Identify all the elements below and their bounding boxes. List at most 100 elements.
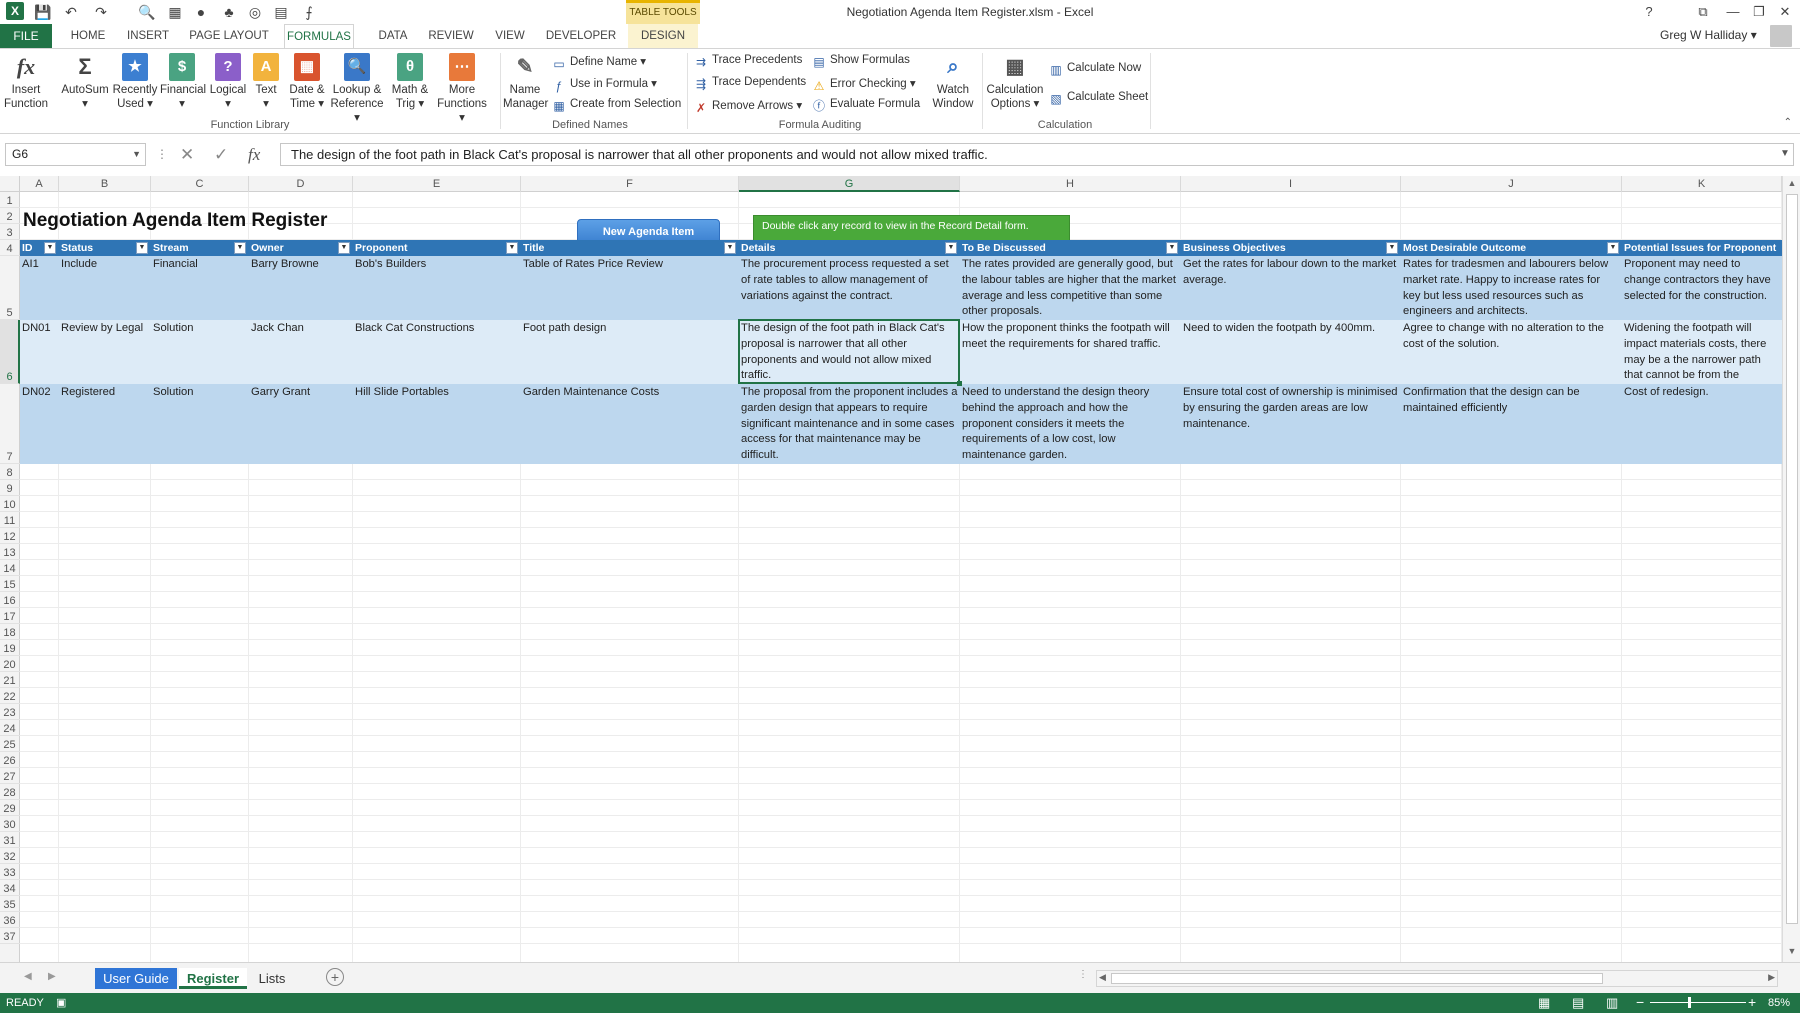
- row-header[interactable]: 24: [0, 720, 20, 736]
- function-icon[interactable]: ⨍: [300, 3, 318, 21]
- tab-data[interactable]: DATA: [372, 24, 414, 48]
- table-header-title[interactable]: Title: [521, 240, 739, 256]
- watch-window-button[interactable]: ⌕ Watch Window: [929, 53, 977, 111]
- macro-icon[interactable]: ▦: [166, 3, 184, 21]
- table-cell-business-objectives[interactable]: Ensure total cost of ownership is minimi…: [1181, 384, 1401, 464]
- row-header[interactable]: 4: [0, 240, 20, 256]
- row-header[interactable]: 20: [0, 656, 20, 672]
- table-cell-status[interactable]: Review by Legal: [59, 320, 151, 384]
- column-header-i[interactable]: I: [1181, 176, 1401, 192]
- table-cell-most-desirable-outcome[interactable]: Confirmation that the design can be main…: [1401, 384, 1622, 464]
- table-cell-status[interactable]: Registered: [59, 384, 151, 464]
- trace-precedents-button[interactable]: ⇉ Trace Precedents: [694, 54, 802, 69]
- table-cell-proponent[interactable]: Hill Slide Portables: [353, 384, 521, 464]
- column-header-f[interactable]: F: [521, 176, 739, 192]
- vertical-scrollbar[interactable]: ▲ ▼: [1782, 176, 1800, 962]
- row-header[interactable]: 22: [0, 688, 20, 704]
- avatar[interactable]: [1770, 25, 1792, 47]
- scroll-right-icon[interactable]: ▶: [1768, 972, 1775, 983]
- user-name[interactable]: Greg W Halliday ▾: [1660, 28, 1757, 42]
- row-header[interactable]: 7: [0, 384, 20, 464]
- filter-dropdown-icon[interactable]: ▼: [234, 242, 246, 254]
- table-cell-most-desirable-outcome[interactable]: Rates for tradesmen and labourers below …: [1401, 256, 1622, 320]
- cancel-icon[interactable]: ✕: [180, 145, 194, 165]
- table-cell-title[interactable]: Table of Rates Price Review: [521, 256, 739, 320]
- tab-page-layout[interactable]: PAGE LAYOUT: [186, 24, 272, 48]
- redo-icon[interactable]: ↷: [92, 3, 110, 21]
- record-icon[interactable]: ●: [192, 3, 210, 21]
- row-header[interactable]: 19: [0, 640, 20, 656]
- table-cell-proponent[interactable]: Bob's Builders: [353, 256, 521, 320]
- row-header[interactable]: 28: [0, 784, 20, 800]
- scroll-left-icon[interactable]: ◀: [1099, 972, 1106, 983]
- minimize-icon[interactable]: —: [1722, 2, 1744, 22]
- save-icon[interactable]: 💾: [34, 3, 52, 21]
- table-cell-to-be-discussed[interactable]: The rates provided are generally good, b…: [960, 256, 1181, 320]
- table-cell-most-desirable-outcome[interactable]: Agree to change with no alteration to th…: [1401, 320, 1622, 384]
- function-library-button-recently[interactable]: ★ Recently Used ▾: [112, 53, 158, 111]
- filter-dropdown-icon[interactable]: ▼: [945, 242, 957, 254]
- table-cell-details[interactable]: The design of the foot path in Black Cat…: [739, 320, 960, 384]
- table-cell-to-be-discussed[interactable]: How the proponent thinks the footpath wi…: [960, 320, 1181, 384]
- table-header-proponent[interactable]: Proponent: [353, 240, 521, 256]
- zoom-out-icon[interactable]: −: [1636, 994, 1644, 1010]
- restore-ribbon-icon[interactable]: ⧉: [1692, 2, 1714, 22]
- row-header[interactable]: 30: [0, 816, 20, 832]
- row-header[interactable]: 14: [0, 560, 20, 576]
- page-layout-view-icon[interactable]: ▤: [1572, 995, 1584, 1011]
- table-cell-title[interactable]: Foot path design: [521, 320, 739, 384]
- zoom-slider-thumb[interactable]: [1688, 997, 1691, 1008]
- table-header-most-desirable-outcome[interactable]: Most Desirable Outcome: [1401, 240, 1622, 256]
- error-checking-button[interactable]: ⚠ Error Checking ▾: [812, 76, 916, 93]
- tab-file[interactable]: FILE: [0, 24, 52, 48]
- trace-dependents-button[interactable]: ⇶ Trace Dependents: [694, 76, 806, 91]
- macro-record-icon[interactable]: ▣: [56, 996, 66, 1009]
- evaluate-formula-button[interactable]: ⓕ Evaluate Formula: [812, 98, 920, 113]
- table-cell-potential-issues-for-proponent[interactable]: Cost of redesign.: [1622, 384, 1782, 464]
- row-header[interactable]: 29: [0, 800, 20, 816]
- function-library-button-math[interactable]: θ Math & Trig ▾: [386, 53, 434, 111]
- chevron-down-icon[interactable]: ▼: [132, 144, 141, 165]
- tab-design[interactable]: DESIGN: [628, 24, 698, 48]
- scroll-up-icon[interactable]: ▲: [1783, 178, 1800, 188]
- row-header[interactable]: 2: [0, 208, 20, 224]
- row-header[interactable]: 3: [0, 224, 20, 240]
- calculate-now-button[interactable]: ▥ Calculate Now: [1049, 62, 1141, 77]
- table-cell-owner[interactable]: Jack Chan: [249, 320, 353, 384]
- zoom-in-icon[interactable]: +: [1748, 994, 1756, 1010]
- row-header[interactable]: 13: [0, 544, 20, 560]
- zoom-slider[interactable]: [1650, 1002, 1746, 1003]
- row-header[interactable]: 36: [0, 912, 20, 928]
- filter-dropdown-icon[interactable]: ▼: [1607, 242, 1619, 254]
- enter-icon[interactable]: ✓: [214, 145, 228, 165]
- row-header[interactable]: 26: [0, 752, 20, 768]
- filter-dropdown-icon[interactable]: ▼: [1386, 242, 1398, 254]
- name-box[interactable]: G6 ▼: [5, 143, 146, 166]
- row-header[interactable]: 25: [0, 736, 20, 752]
- maximize-icon[interactable]: ❐: [1748, 2, 1770, 22]
- vertical-scroll-thumb[interactable]: [1786, 194, 1798, 924]
- row-header[interactable]: 5: [0, 256, 20, 320]
- filter-dropdown-icon[interactable]: ▼: [136, 242, 148, 254]
- sheet-tab-lists[interactable]: Lists: [252, 968, 292, 989]
- row-header[interactable]: 37: [0, 928, 20, 944]
- filter-dropdown-icon[interactable]: ▼: [1166, 242, 1178, 254]
- page-break-view-icon[interactable]: ▥: [1606, 995, 1618, 1011]
- next-sheet-icon[interactable]: ▶: [48, 971, 56, 982]
- column-header-e[interactable]: E: [353, 176, 521, 192]
- collapse-ribbon-icon[interactable]: ⌃: [1784, 117, 1792, 128]
- zoom-level[interactable]: 85%: [1768, 997, 1790, 1009]
- table-cell-to-be-discussed[interactable]: Need to understand the design theory beh…: [960, 384, 1181, 464]
- expand-formula-bar-icon[interactable]: ▼: [1780, 148, 1790, 159]
- calculate-sheet-button[interactable]: ▧ Calculate Sheet: [1049, 91, 1148, 106]
- row-header[interactable]: 1: [0, 192, 20, 208]
- row-header[interactable]: 31: [0, 832, 20, 848]
- undo-icon[interactable]: ↶: [62, 3, 80, 21]
- table-cell-status[interactable]: Include: [59, 256, 151, 320]
- filter-dropdown-icon[interactable]: ▼: [44, 242, 56, 254]
- column-header-j[interactable]: J: [1401, 176, 1622, 192]
- column-header-c[interactable]: C: [151, 176, 249, 192]
- horizontal-scrollbar[interactable]: ◀ ▶: [1096, 970, 1778, 987]
- table-cell-details[interactable]: The procurement process requested a set …: [739, 256, 960, 320]
- table-row[interactable]: DN02 Registered Solution Garry Grant Hill Sl…: [20, 384, 1782, 464]
